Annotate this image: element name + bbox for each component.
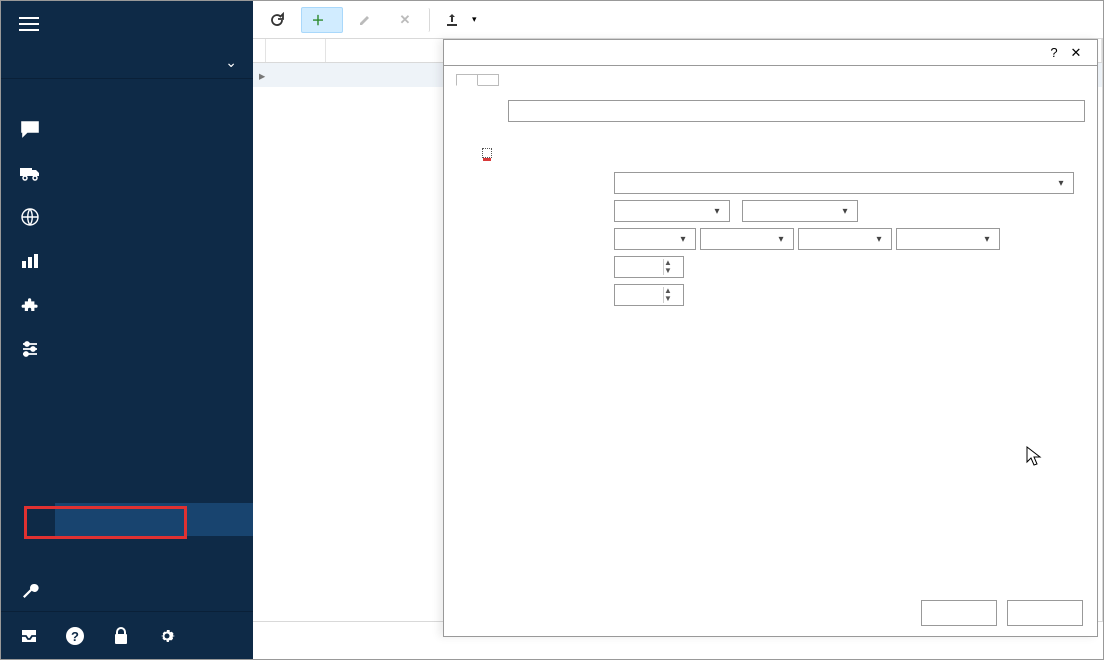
help-button[interactable]: ? (1043, 45, 1065, 60)
tab-information[interactable] (460, 148, 468, 158)
min-amount-input[interactable]: ▾ (614, 228, 696, 250)
subnav (1, 371, 253, 569)
truck-icon (19, 165, 41, 181)
ok-button[interactable] (921, 600, 997, 626)
col-cart-rule[interactable] (266, 39, 326, 62)
sidebar-item-tools[interactable] (1, 569, 253, 611)
dialog-footer (444, 590, 1097, 636)
sidebar-item-international[interactable] (1, 195, 253, 239)
sidebar-item-configure[interactable] (1, 327, 253, 371)
sidebar: ⌄ (1, 1, 253, 659)
refresh-icon (269, 12, 285, 28)
wrench-icon (19, 581, 41, 601)
cancel-button[interactable] (1007, 600, 1083, 626)
dialog-tabs (456, 148, 1085, 158)
subnav-contacts[interactable] (55, 437, 253, 470)
subnav-catalog-price-rules[interactable] (55, 536, 253, 569)
total-available-per-user-input[interactable]: ▲▼ (614, 284, 684, 306)
sidebar-item-shipping[interactable] (1, 151, 253, 195)
valid-from-input[interactable]: ▾ (614, 200, 730, 222)
puzzle-icon (19, 295, 41, 315)
toolbar: ＋ ✕ ▾ (253, 1, 1103, 39)
chevron-down-icon: ⌄ (225, 54, 237, 71)
export-button[interactable]: ▾ (436, 8, 485, 32)
subnav-profiles[interactable] (55, 371, 253, 404)
shipping-select[interactable]: ▾ (896, 228, 1000, 250)
close-button[interactable]: ✕ (1065, 45, 1087, 61)
edit-rule-button[interactable] (349, 8, 387, 32)
help-icon[interactable]: ? (65, 626, 85, 646)
inbox-icon[interactable] (19, 627, 39, 645)
globe-icon (19, 207, 41, 227)
customer-select[interactable]: ▾ (614, 172, 1074, 194)
svg-text:?: ? (71, 629, 79, 644)
sidebar-item-customer-service[interactable] (1, 107, 253, 151)
delete-rule-button[interactable]: ✕ (389, 8, 430, 32)
sidebar-item-reports[interactable] (1, 239, 253, 283)
export-icon (444, 12, 460, 28)
bar-chart-icon (19, 252, 41, 270)
subnav-permissions[interactable] (55, 404, 253, 437)
sidebar-item-orders[interactable] (1, 79, 253, 107)
pencil-icon (357, 12, 373, 28)
name-input[interactable] (508, 100, 1085, 122)
caret-down-icon: ▾ (472, 14, 477, 25)
tax-select[interactable]: ▾ (798, 228, 892, 250)
currency-select[interactable]: ▾ (700, 228, 794, 250)
sliders-icon (19, 340, 41, 358)
add-rule-button[interactable]: ＋ (301, 7, 343, 33)
nav (1, 79, 253, 611)
refresh-button[interactable] (261, 8, 299, 32)
bottom-icon-bar: ? (1, 611, 253, 659)
subnav-cms[interactable] (55, 470, 253, 503)
hamburger-menu[interactable] (19, 17, 39, 31)
x-icon: ✕ (397, 12, 413, 28)
tab-conditions[interactable] (482, 148, 492, 158)
lang-tab-french[interactable] (478, 74, 499, 86)
country-selector[interactable]: ⌄ (1, 47, 253, 79)
dialog-titlebar: ? ✕ (444, 40, 1097, 66)
chat-icon (19, 120, 41, 138)
gear-icon[interactable] (157, 626, 177, 646)
tab-restrictions[interactable] (506, 148, 514, 158)
edit-cart-rule-dialog: ? ✕ ▾ ▾ (443, 39, 1098, 637)
language-tabs (456, 74, 1085, 86)
tab-actions[interactable] (528, 148, 536, 158)
lock-icon[interactable] (111, 626, 131, 646)
valid-to-input[interactable]: ▾ (742, 200, 858, 222)
plus-icon: ＋ (310, 12, 326, 28)
lang-tab-english[interactable] (456, 74, 478, 86)
sidebar-item-addons[interactable] (1, 283, 253, 327)
subnav-cart-rules[interactable] (55, 503, 253, 536)
total-available-input[interactable]: ▲▼ (614, 256, 684, 278)
